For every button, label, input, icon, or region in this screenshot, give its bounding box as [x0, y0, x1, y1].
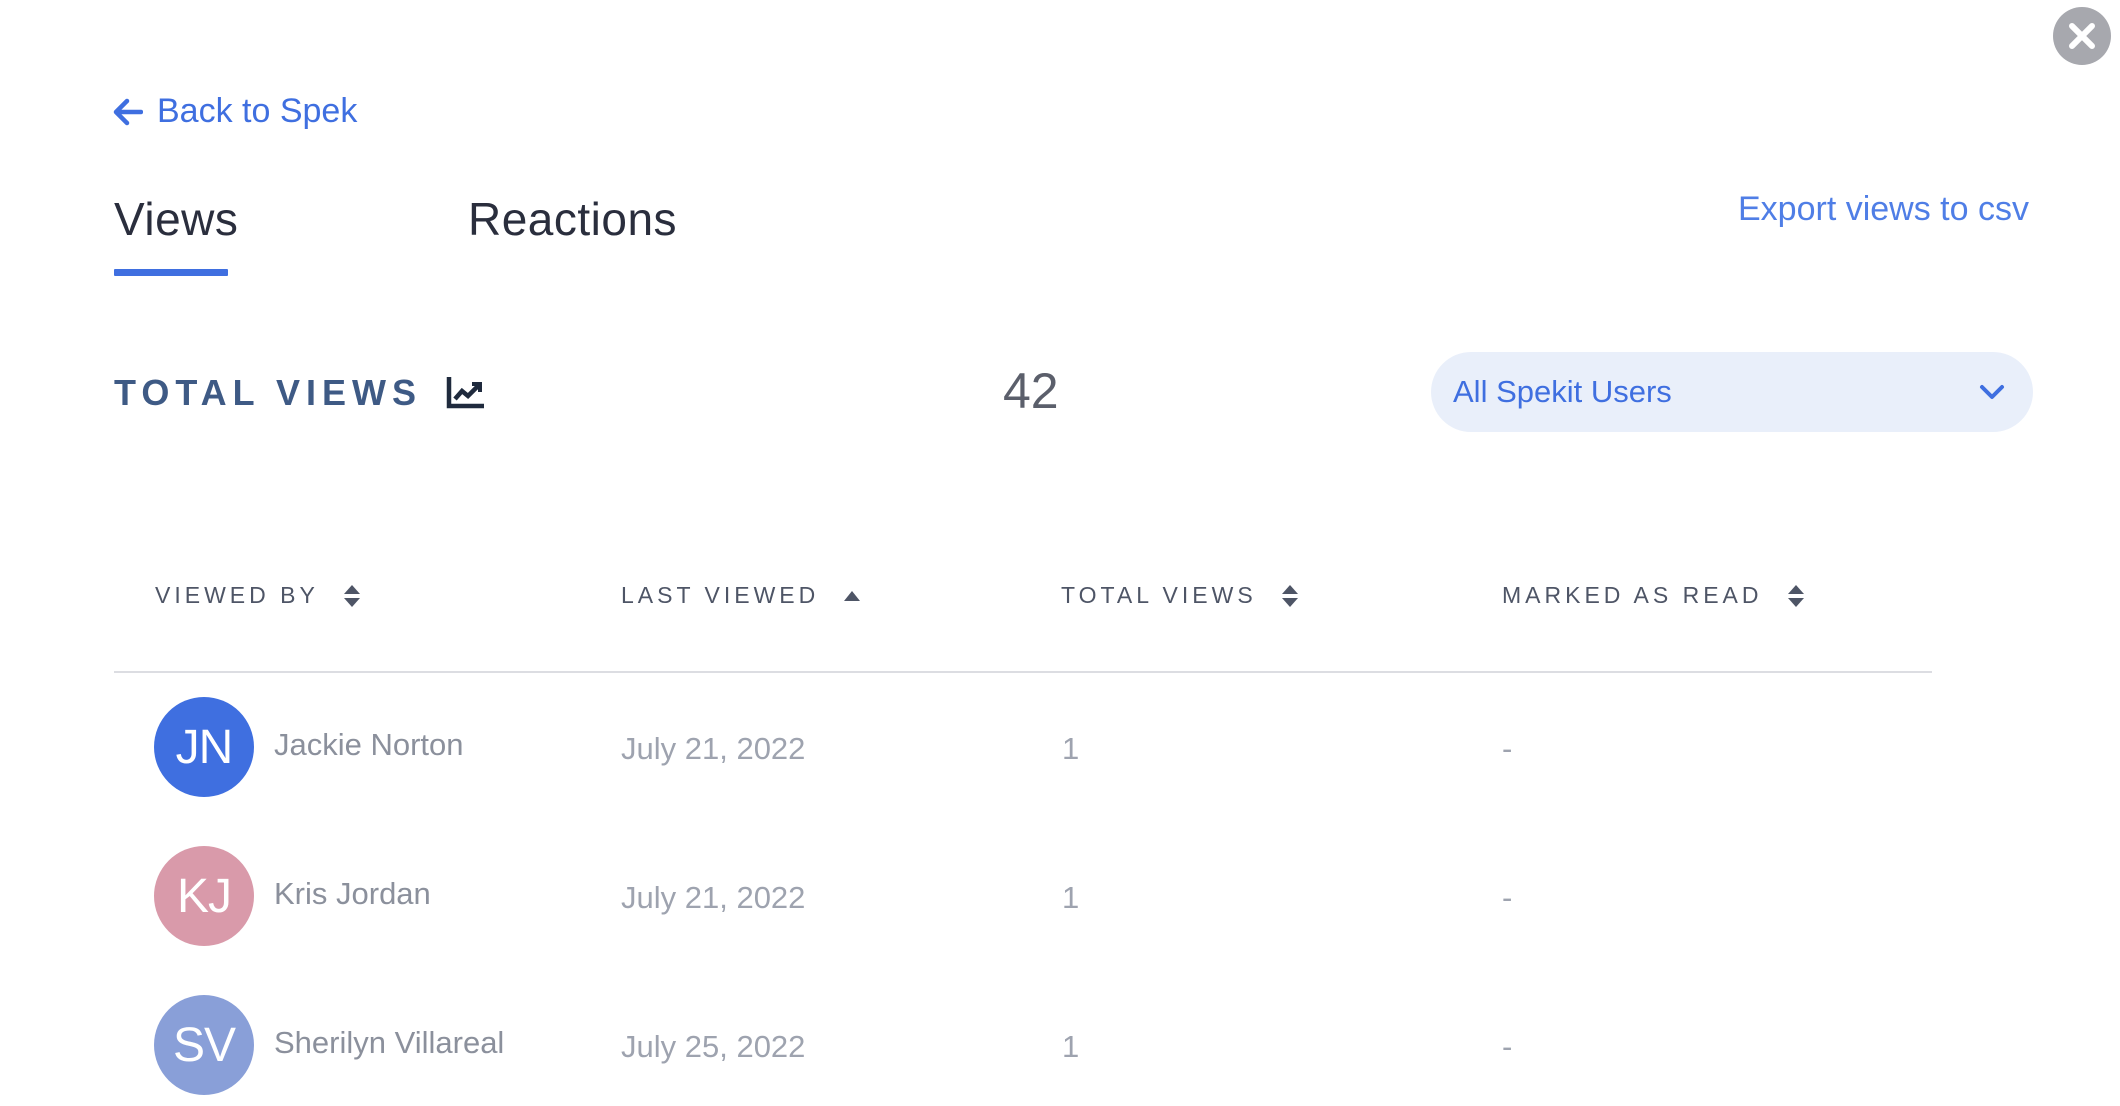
sort-icon [343, 584, 360, 607]
sort-icon [1787, 584, 1804, 607]
back-link-label: Back to Spek [157, 92, 358, 130]
chart-line-icon [446, 377, 485, 409]
total-views-cell: 1 [1062, 880, 1080, 915]
arrow-left-icon [113, 98, 143, 125]
avatar: JN [154, 697, 254, 797]
close-icon [2069, 23, 2095, 49]
total-views-label: TOTAL VIEWS [114, 372, 423, 413]
tab-reactions[interactable]: Reactions [468, 192, 677, 246]
chevron-down-icon [1980, 385, 2004, 399]
marked-as-read-cell: - [1502, 1029, 1513, 1064]
sort-asc-icon [844, 590, 861, 601]
column-label: LAST VIEWED [621, 582, 820, 608]
table-row: JN Jackie Norton July 21, 2022 1 - [114, 697, 1932, 797]
column-header-last-viewed[interactable]: LAST VIEWED [621, 582, 861, 609]
user-filter-value: All Spekit Users [1453, 374, 1672, 409]
active-tab-indicator [114, 269, 228, 276]
table-row: KJ Kris Jordan July 21, 2022 1 - [114, 846, 1932, 946]
column-label: MARKED AS READ [1502, 582, 1763, 608]
viewer-name[interactable]: Sherilyn Villareal [274, 1025, 504, 1061]
column-header-marked-as-read[interactable]: MARKED AS READ [1502, 582, 1805, 609]
last-viewed-date: July 21, 2022 [621, 731, 806, 766]
total-views-count: 42 [1003, 363, 1059, 419]
back-link[interactable]: Back to Spek [113, 92, 357, 131]
viewer-name[interactable]: Kris Jordan [274, 876, 431, 912]
table-header-divider [114, 671, 1932, 673]
column-header-total-views[interactable]: TOTAL VIEWS [1061, 582, 1299, 609]
user-filter-select[interactable]: All Spekit Users [1431, 352, 2033, 432]
viewer-name[interactable]: Jackie Norton [274, 727, 464, 763]
view-analytics-page: Back to Spek Views Reactions Export view… [0, 0, 2120, 1106]
column-label: TOTAL VIEWS [1061, 582, 1257, 608]
total-views-cell: 1 [1062, 731, 1080, 766]
close-button[interactable] [2053, 7, 2111, 65]
avatar: SV [154, 995, 254, 1095]
marked-as-read-cell: - [1502, 880, 1513, 915]
marked-as-read-cell: - [1502, 731, 1513, 766]
column-header-viewed-by[interactable]: VIEWED BY [155, 582, 361, 609]
column-label: VIEWED BY [155, 582, 319, 608]
total-views-cell: 1 [1062, 1029, 1080, 1064]
avatar: KJ [154, 846, 254, 946]
last-viewed-date: July 25, 2022 [621, 1029, 806, 1064]
table-row: SV Sherilyn Villareal July 25, 2022 1 - [114, 995, 1932, 1095]
sort-icon [1281, 584, 1298, 607]
last-viewed-date: July 21, 2022 [621, 880, 806, 915]
total-views-heading: TOTAL VIEWS [114, 372, 485, 414]
tab-views[interactable]: Views [114, 192, 238, 246]
export-csv-link[interactable]: Export views to csv [1738, 190, 2029, 229]
